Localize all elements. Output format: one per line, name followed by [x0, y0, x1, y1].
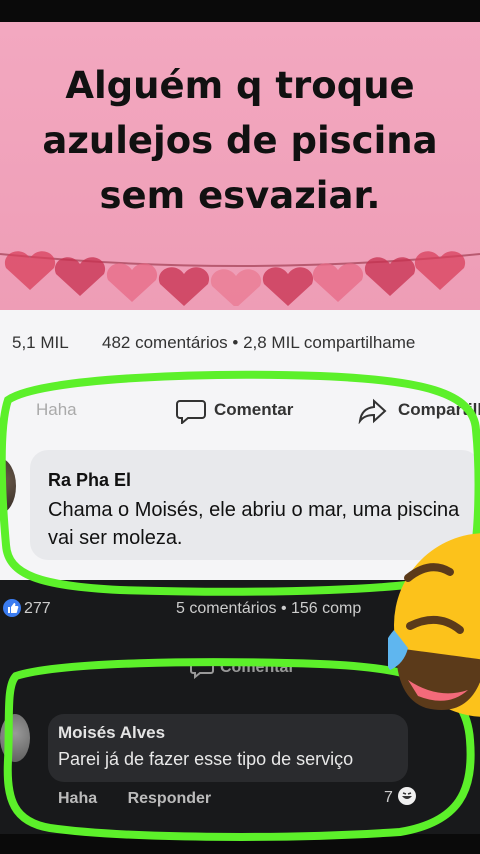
- laughing-emoji-icon: [388, 533, 480, 717]
- highlight-overlay: [0, 370, 480, 841]
